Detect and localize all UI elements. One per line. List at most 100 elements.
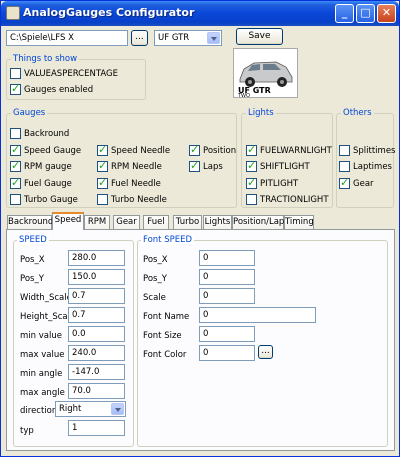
fuel-gauge-checkbox[interactable] xyxy=(10,176,21,189)
height-scale-label: Height_Scale xyxy=(20,312,76,322)
font-speed-group-title: Font SPEED xyxy=(141,235,195,245)
splittimes-checkbox[interactable] xyxy=(339,145,350,156)
window-title: AnalogGauges Configurator xyxy=(23,6,195,19)
speed-pos-y-label: Pos_Y xyxy=(20,274,44,284)
app-icon xyxy=(6,6,20,20)
tab-turbo[interactable]: Turbo xyxy=(173,215,202,229)
gear-checkbox[interactable] xyxy=(339,176,350,189)
fuel-gauge-label: Fuel Gauge xyxy=(24,179,72,189)
others-title: Others xyxy=(341,108,374,118)
gauges-title: Gauges xyxy=(11,108,48,118)
pitlight-checkbox[interactable] xyxy=(246,176,257,189)
chevron-down-icon[interactable] xyxy=(207,32,220,44)
font-pos-y-label: Pos_Y xyxy=(143,274,167,284)
max-value-input[interactable]: 240.0 xyxy=(68,345,125,361)
valueaspercentage-checkbox[interactable] xyxy=(10,68,21,79)
width-scale-input[interactable]: 0.7 xyxy=(68,288,125,304)
speed-needle-checkbox[interactable] xyxy=(97,143,108,156)
gauges-enabled-checkbox[interactable] xyxy=(10,82,21,95)
font-size-input[interactable]: 0 xyxy=(199,326,255,342)
car-image: UF GTR TWO xyxy=(233,48,298,99)
maximize-button[interactable]: □ xyxy=(356,4,375,23)
gear-label: Gear xyxy=(353,179,374,189)
font-name-input[interactable]: 0 xyxy=(199,307,316,323)
font-name-label: Font Name xyxy=(143,312,190,322)
things-to-show-title: Things to show xyxy=(11,54,80,64)
pitlight-label: PITLIGHT xyxy=(260,179,299,189)
rpm-gauge-label: RPM gauge xyxy=(24,162,72,172)
fuel-needle-checkbox[interactable] xyxy=(97,176,108,189)
typ-input[interactable]: 1 xyxy=(68,420,125,436)
font-size-label: Font Size xyxy=(143,331,182,341)
speed-gauge-checkbox[interactable] xyxy=(10,143,21,156)
max-angle-input[interactable]: 70.0 xyxy=(68,383,125,399)
tab-speed[interactable]: Speed xyxy=(52,212,84,230)
typ-label: typ xyxy=(20,426,34,436)
speed-pos-x-label: Pos_X xyxy=(20,255,45,265)
fuelwarnlight-label: FUELWARNLIGHT xyxy=(260,146,332,156)
laps-label: Laps xyxy=(203,162,223,172)
tab-gear[interactable]: Gear xyxy=(113,215,140,229)
valueaspercentage-label: VALUEASPERCENTAGE xyxy=(24,69,118,79)
max-angle-label: max angle xyxy=(20,388,65,398)
width-scale-label: Width_Scale xyxy=(20,293,72,303)
car-select-value: UF GTR xyxy=(158,33,190,43)
shiftlight-label: SHIFTLIGHT xyxy=(260,162,310,172)
tractionlight-checkbox[interactable] xyxy=(246,194,257,205)
save-button[interactable]: Save xyxy=(236,28,283,45)
turbo-gauge-checkbox[interactable] xyxy=(10,194,21,205)
position-label: Position xyxy=(203,146,237,156)
tab-fuel[interactable]: Fuel xyxy=(143,215,169,229)
laps-checkbox[interactable] xyxy=(189,159,200,172)
speed-pos-y-input[interactable]: 150.0 xyxy=(68,269,125,285)
gauges-enabled-label: Gauges enabled xyxy=(24,85,94,95)
speed-needle-label: Speed Needle xyxy=(111,146,171,156)
rpm-needle-checkbox[interactable] xyxy=(97,159,108,172)
font-pos-x-input[interactable]: 0 xyxy=(199,250,255,266)
turbo-needle-checkbox[interactable] xyxy=(97,194,108,205)
font-color-picker-button[interactable]: ... xyxy=(258,345,273,359)
direction-select-value: Right xyxy=(59,404,82,414)
browse-button[interactable]: ... xyxy=(131,30,148,46)
backround-checkbox[interactable] xyxy=(10,128,21,139)
close-button[interactable]: ✕ xyxy=(377,4,396,23)
speed-tab-panel: SPEED Pos_X 280.0 Pos_Y 150.0 Width_Scal… xyxy=(6,229,395,451)
splittimes-label: Splittimes xyxy=(353,146,396,156)
tab-lights[interactable]: Lights xyxy=(203,215,232,229)
rpm-gauge-checkbox[interactable] xyxy=(10,159,21,172)
minimize-button[interactable]: _ xyxy=(335,4,354,23)
laptimes-label: Laptimes xyxy=(353,162,392,172)
rpm-needle-label: RPM Needle xyxy=(111,162,162,172)
car-select[interactable]: UF GTR xyxy=(154,30,222,46)
main-window: AnalogGauges Configurator _ □ ✕ C:\Spiel… xyxy=(0,0,400,457)
title-bar[interactable]: AnalogGauges Configurator _ □ ✕ xyxy=(1,1,399,26)
font-scale-input[interactable]: 0 xyxy=(199,288,255,304)
backround-label: Backround xyxy=(24,129,70,139)
direction-select[interactable]: Right xyxy=(55,401,126,417)
tractionlight-label: TRACTIONLIGHT xyxy=(260,195,329,205)
font-pos-x-label: Pos_X xyxy=(143,255,168,265)
chevron-down-icon[interactable] xyxy=(111,403,124,415)
font-scale-label: Scale xyxy=(143,293,166,303)
fuelwarnlight-checkbox[interactable] xyxy=(246,143,257,156)
tab-backround[interactable]: Backround xyxy=(7,215,53,229)
speed-gauge-label: Speed Gauge xyxy=(24,146,82,156)
direction-label: direction xyxy=(20,406,58,416)
min-value-input[interactable]: 0.0 xyxy=(68,326,125,342)
min-angle-input[interactable]: -147.0 xyxy=(68,364,125,380)
tab-timing[interactable]: Timing xyxy=(284,215,314,229)
fuel-needle-label: Fuel Needle xyxy=(111,179,161,189)
shiftlight-checkbox[interactable] xyxy=(246,159,257,172)
font-color-input[interactable]: 0 xyxy=(199,345,255,361)
speed-pos-x-input[interactable]: 280.0 xyxy=(68,250,125,266)
height-scale-input[interactable]: 0.7 xyxy=(68,307,125,323)
laptimes-checkbox[interactable] xyxy=(339,161,350,172)
font-pos-y-input[interactable]: 0 xyxy=(199,269,255,285)
position-checkbox[interactable] xyxy=(189,143,200,156)
min-value-label: min value xyxy=(20,331,62,341)
tab-rpm[interactable]: RPM xyxy=(84,215,110,229)
gauges-group xyxy=(6,113,237,208)
tab-position-lap[interactable]: Position/Lap xyxy=(232,215,284,229)
turbo-gauge-label: Turbo Gauge xyxy=(24,195,78,205)
path-input[interactable]: C:\Spiele\LFS X xyxy=(6,30,128,46)
